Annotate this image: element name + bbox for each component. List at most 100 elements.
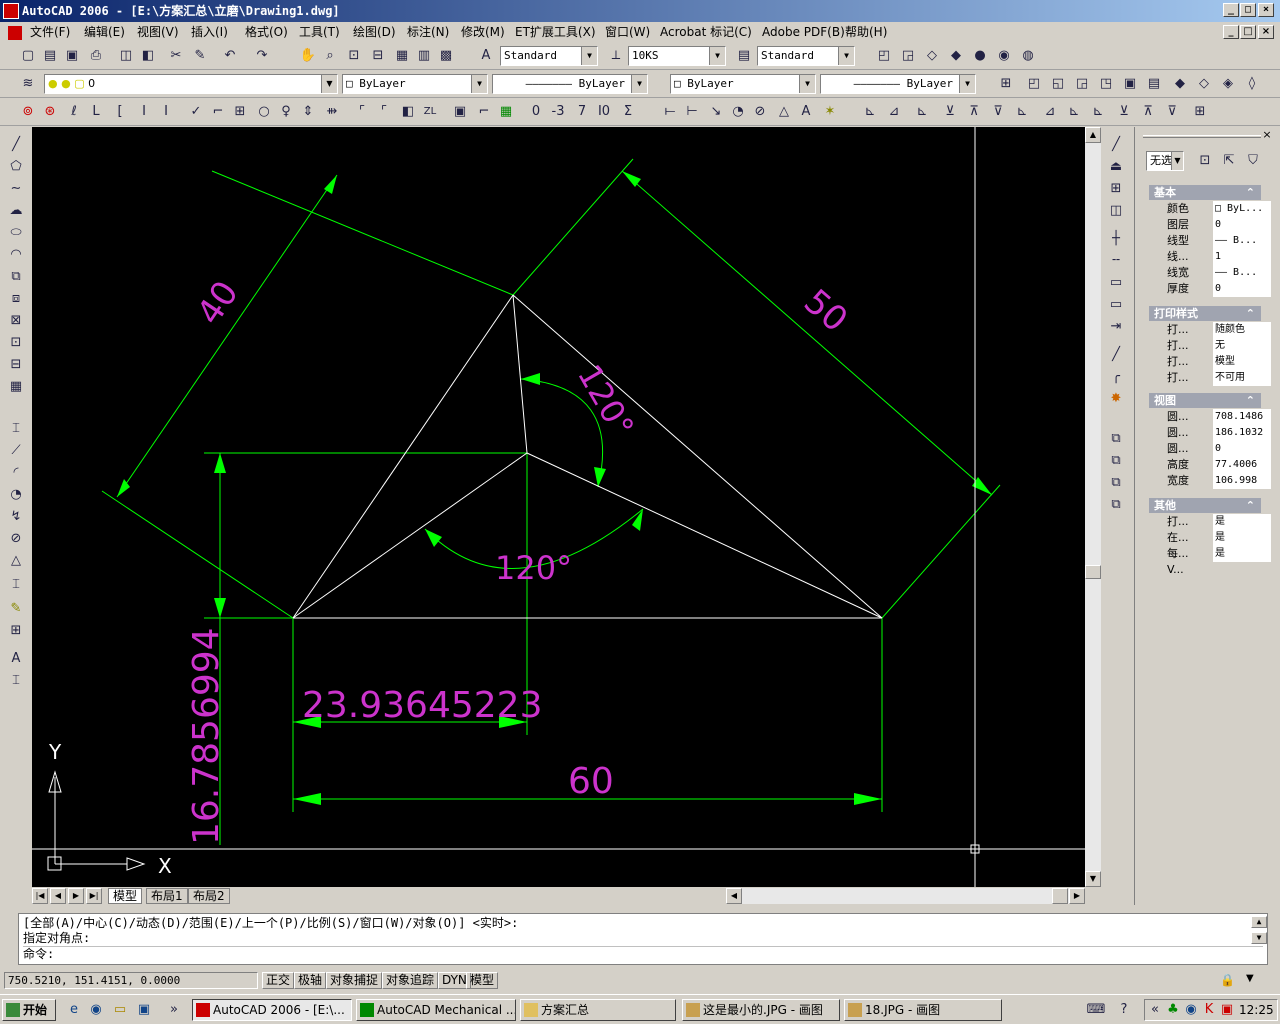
dim-linear-v-icon[interactable]: ⌶ [4, 419, 28, 439]
snap-insert-icon[interactable]: ⇕ [298, 102, 318, 122]
iso-se-icon[interactable]: ◇ [1194, 74, 1214, 94]
dim-tool-10-icon[interactable]: ⊽ [1162, 102, 1182, 122]
dim-text-icon[interactable]: A [796, 102, 816, 122]
preview-icon[interactable]: ◫ [116, 46, 136, 66]
menu-express[interactable]: ET扩展工具(X) [515, 24, 596, 40]
minimize-button[interactable]: _ [1223, 3, 1239, 17]
chevron-down-icon[interactable]: ▼ [1171, 152, 1183, 170]
render-icon-6[interactable]: ◉ [994, 46, 1014, 66]
dim-table-icon[interactable]: ▣ [450, 102, 470, 122]
collapse-icon[interactable]: ⌃ [1246, 185, 1255, 200]
snap-tangent-icon[interactable]: ⊞ [230, 102, 250, 122]
scroll-up-icon[interactable]: ▲ [1085, 127, 1101, 143]
tray-expand-icon[interactable]: « [1145, 1000, 1165, 1020]
trim-r-icon[interactable]: ╱ [1104, 345, 1128, 365]
erase-icon[interactable]: ╱ [1104, 135, 1128, 155]
desktop-icon[interactable]: ◉ [86, 1000, 106, 1020]
insert-block-icon[interactable]: ⧈ [4, 289, 28, 309]
dim-tool-7-icon[interactable]: ⊾ [1088, 102, 1108, 122]
zoom-realtime-icon[interactable]: ⌕ [320, 46, 340, 66]
int-sigma-button[interactable]: Σ [618, 102, 638, 122]
view-left-icon[interactable]: ◳ [1096, 74, 1116, 94]
menu-modify[interactable]: 修改(M) [461, 24, 505, 40]
dim-update-v-icon[interactable]: ⌶ [4, 671, 28, 691]
doc-close-button[interactable]: × [1258, 25, 1274, 39]
pan-icon[interactable]: ✋ [298, 46, 318, 66]
view-front-icon[interactable]: ◰ [1024, 74, 1044, 94]
extend-r-icon[interactable]: ╭ [1104, 367, 1128, 387]
dim-style-icon[interactable]: ⟂ [606, 46, 626, 66]
autocad-app-icon[interactable] [3, 3, 19, 19]
array-icon[interactable]: ┼ [1104, 229, 1128, 249]
tab-prev-icon[interactable]: ◀ [50, 888, 66, 904]
prop-row[interactable]: 圆... 708.1486 [1149, 409, 1271, 425]
dim-linear-icon[interactable]: ⟝ [660, 102, 680, 122]
int-0-button[interactable]: 0 [526, 102, 546, 122]
publish-icon[interactable]: ◧ [138, 46, 158, 66]
collapse-icon[interactable]: ⌃ [1246, 393, 1255, 408]
section-basic[interactable]: 基本 ⌃ [1149, 185, 1261, 200]
dim-tool-1-icon[interactable]: ⊻ [940, 102, 960, 122]
dim-tolerance-v-icon[interactable]: ⊞ [4, 621, 28, 641]
dim-aligned-icon[interactable]: ⊢ [682, 102, 702, 122]
chevron-down-icon[interactable]: ▼ [321, 75, 337, 93]
table-style-combo[interactable]: Standard ▼ [757, 46, 855, 66]
scroll-thumb[interactable] [1085, 565, 1101, 579]
color-combo[interactable]: □ ByLayer ▼ [342, 74, 488, 94]
prop-row[interactable]: 打... 不可用 [1149, 370, 1271, 386]
scroll-thumb-h[interactable] [1052, 888, 1068, 904]
render-icon-7[interactable]: ◍ [1018, 46, 1038, 66]
menu-format[interactable]: 格式(O) [245, 24, 288, 40]
cmd-scroll-down-icon[interactable]: ▼ [1251, 932, 1267, 944]
dim-arc2-icon[interactable]: ⌜ [374, 102, 394, 122]
tab-layout1[interactable]: 布局1 [146, 888, 188, 904]
dim-jogged-v-icon[interactable]: ↯ [4, 507, 28, 527]
clock[interactable]: 12:25 [1239, 1003, 1274, 1017]
dim-tool-9-icon[interactable]: ⊼ [1138, 102, 1158, 122]
prop-row[interactable]: 打... 随颜色 [1149, 322, 1271, 338]
prop-row[interactable]: 线... 1 [1149, 249, 1271, 265]
select-objects-icon[interactable]: ⇱ [1219, 151, 1239, 171]
dim-diameter-icon[interactable]: ⊘ [750, 102, 770, 122]
redo-icon[interactable]: ↷ [252, 46, 272, 66]
media-icon[interactable]: ▣ [134, 1000, 154, 1020]
polygon-icon[interactable]: ⬠ [4, 157, 28, 177]
doc-minimize-button[interactable]: _ [1223, 25, 1239, 39]
task-autocad-2006[interactable]: AutoCAD 2006 - [E:\... [192, 999, 352, 1021]
prop-row[interactable]: 打... 模型 [1149, 354, 1271, 370]
dim-angular-icon[interactable]: △ [774, 102, 794, 122]
block-icon[interactable]: ⧉ [4, 267, 28, 287]
int-i0-button[interactable]: I0 [594, 102, 614, 122]
quicklaunch-more-icon[interactable]: » [164, 1000, 184, 1020]
draworder-2-icon[interactable]: ⧉ [1104, 451, 1128, 471]
design-center-icon[interactable]: ▥ [414, 46, 434, 66]
dim-edit-v-icon[interactable]: ✎ [4, 599, 28, 619]
collapse-icon[interactable]: ⌃ [1246, 306, 1255, 321]
dim-arc-v-icon[interactable]: ◜ [4, 463, 28, 483]
otrack-button[interactable]: 对象追踪 [382, 972, 439, 989]
menu-view[interactable]: 视图(V) [137, 24, 179, 40]
scroll-right-icon[interactable]: ▶ [1069, 888, 1085, 904]
palette-close-icon[interactable]: × [1261, 129, 1273, 141]
tool-palette-icon[interactable]: ▩ [436, 46, 456, 66]
menu-draw[interactable]: 绘图(D) [353, 24, 396, 40]
snap-center-icon[interactable]: ✓ [186, 102, 206, 122]
chevron-down-icon[interactable]: ▼ [799, 75, 815, 93]
dim-leader-icon[interactable]: ⌐ [474, 102, 494, 122]
tray-app-2-icon[interactable]: ◉ [1181, 1000, 1201, 1020]
rotate-icon[interactable]: ▭ [1104, 273, 1128, 293]
explode-icon[interactable]: ✸ [1104, 389, 1128, 409]
menu-adobe-pdf[interactable]: Adobe PDF(B) [762, 24, 845, 40]
cut-icon[interactable]: ✂ [166, 46, 186, 66]
start-button[interactable]: 开始 [2, 999, 56, 1021]
copy-icon[interactable]: ⏏ [1104, 157, 1128, 177]
dim-continue-icon[interactable]: ⊿ [884, 102, 904, 122]
folder-icon[interactable]: ▭ [110, 1000, 130, 1020]
command-input-line[interactable]: 命令: [23, 946, 1263, 962]
arc-icon[interactable]: ◠ [4, 245, 28, 265]
hatch-icon[interactable]: ▦ [496, 102, 516, 122]
view-right-icon[interactable]: ▣ [1120, 74, 1140, 94]
render-icon-1[interactable]: ◰ [874, 46, 894, 66]
layer-combo[interactable]: ● ● ▢ 0 ▼ [44, 74, 338, 94]
dim-tool-8-icon[interactable]: ⊻ [1114, 102, 1134, 122]
